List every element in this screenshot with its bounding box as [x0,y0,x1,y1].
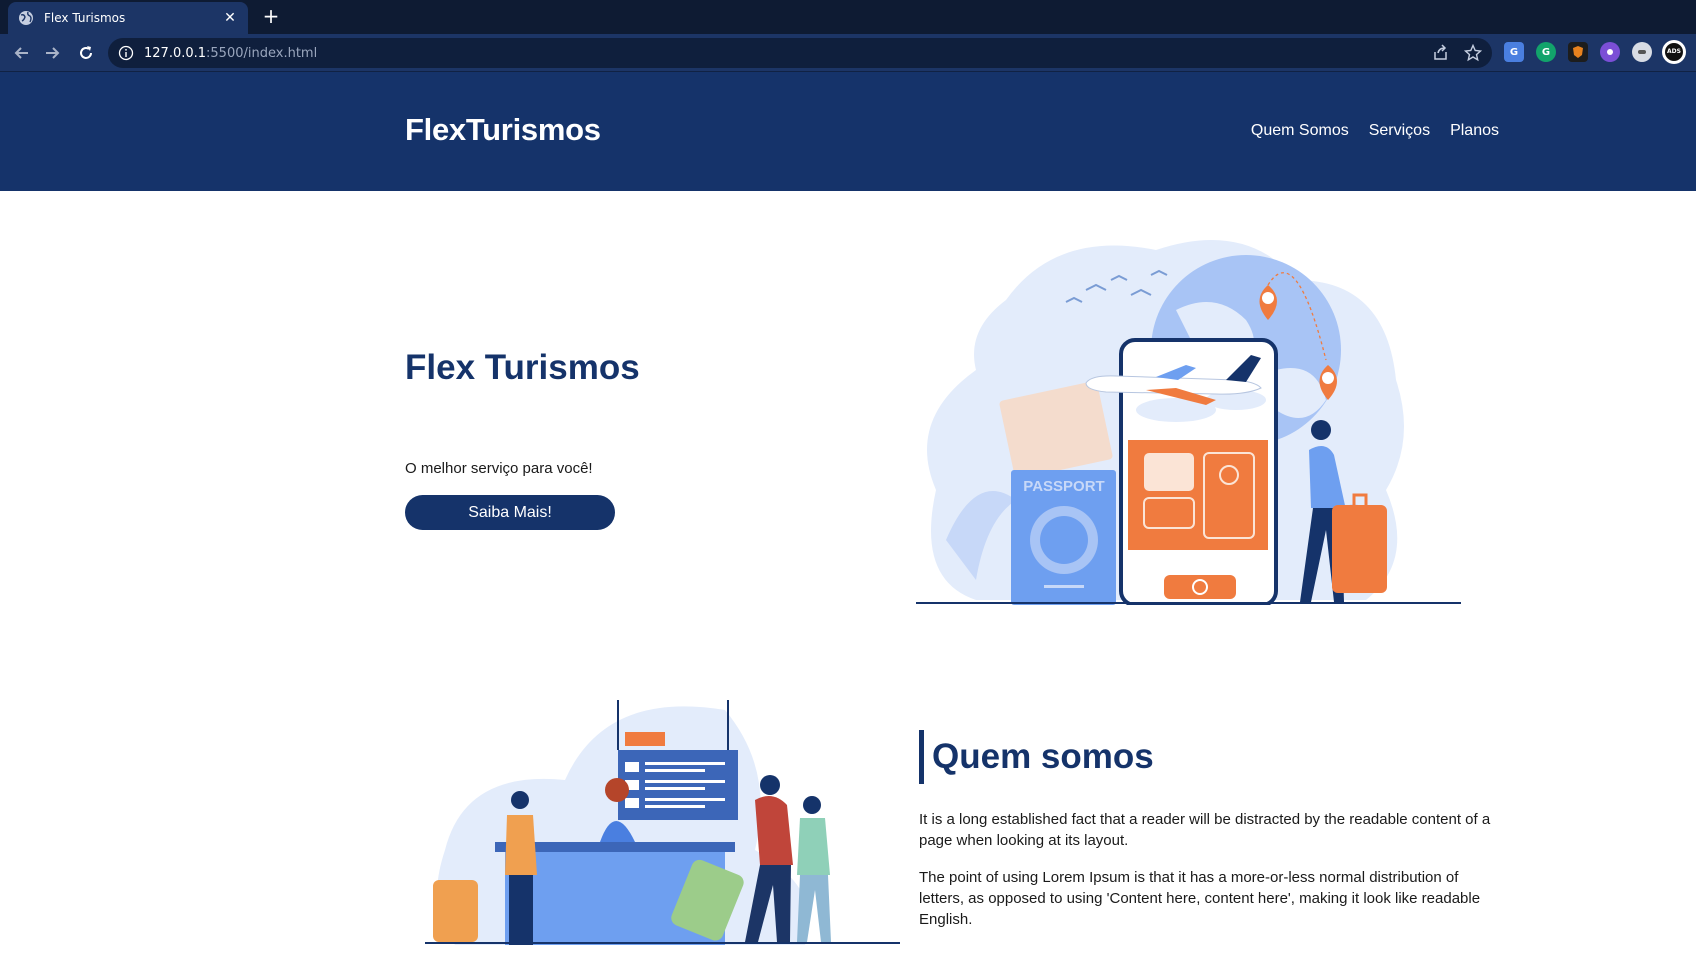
airport-checkin-illustration [425,700,900,945]
site-header: FlexTurismos Quem Somos Serviços Planos [0,72,1696,191]
translate-icon[interactable]: G [1504,42,1524,62]
nav-planos[interactable]: Planos [1450,122,1499,140]
about-paragraph-2: The point of using Lorem Ipsum is that i… [919,869,1481,928]
suitcase-shape [433,880,478,942]
nav-servicos[interactable]: Serviços [1369,122,1430,140]
metamask-icon[interactable] [1568,42,1588,62]
reload-icon[interactable] [76,43,96,63]
main-nav: Quem Somos Serviços Planos [1251,122,1499,140]
hero-title: Flex Turismos [405,348,640,387]
close-tab-icon[interactable]: ✕ [222,10,238,26]
hero-subtitle: O melhor serviço para você! [405,460,593,477]
url-host: 127.0.0.1 [144,45,207,61]
extension-purple-icon[interactable] [1600,42,1620,62]
address-bar[interactable]: 127.0.0.1 :5500/index.html [108,38,1492,68]
new-tab-button[interactable]: + [260,5,282,27]
tab-title: Flex Turismos [44,11,126,25]
bookmark-star-icon[interactable] [1464,44,1482,62]
back-arrow-icon[interactable] [12,43,32,63]
extension-grey-icon[interactable] [1632,42,1652,62]
profile-avatar-label: ADS [1665,43,1683,61]
about-paragraph-1: It is a long established fact that a rea… [919,811,1491,849]
site-info-icon[interactable] [118,45,134,61]
saiba-mais-button[interactable]: Saiba Mais! [405,495,615,530]
travel-hero-illustration: PASSPORT [916,240,1461,605]
profile-avatar[interactable]: ADS [1662,40,1686,64]
share-icon[interactable] [1432,44,1450,62]
about-heading: Quem somos [919,730,1154,784]
browser-toolbar: 127.0.0.1 :5500/index.html [0,34,1696,72]
site-logo[interactable]: FlexTurismos [405,112,601,148]
address-bar-actions [1432,44,1482,62]
browser-tab-strip: Flex Turismos ✕ + [0,0,1696,34]
browser-tab[interactable]: Flex Turismos ✕ [8,2,248,34]
grammarly-icon[interactable]: G [1536,42,1556,62]
url-path: :5500/index.html [206,45,318,61]
passport-label: PASSPORT [1023,478,1104,495]
nav-quem-somos[interactable]: Quem Somos [1251,122,1349,140]
globe-icon [19,11,33,25]
forward-arrow-icon[interactable] [42,43,62,63]
